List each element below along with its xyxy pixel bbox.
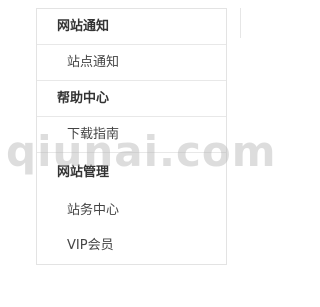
section-header-site-management: 网站管理 bbox=[57, 165, 110, 180]
sidebar-item-site-notification[interactable]: 站点通知 bbox=[37, 45, 226, 81]
content-panel-edge bbox=[240, 8, 241, 38]
section-header-help-center: 帮助中心 bbox=[37, 81, 226, 117]
sidebar-item-vip-member[interactable]: VIP会员 bbox=[37, 228, 226, 264]
sidebar-item-affairs-center[interactable]: 站务中心 bbox=[37, 193, 226, 229]
section-header-site-notice: 网站通知 bbox=[37, 9, 226, 45]
sidebar-item-download-guide[interactable]: 下载指南 bbox=[37, 117, 226, 153]
sidebar-nav: 网站通知 站点通知 帮助中心 下载指南 网站管理 站务中心 VIP会员 bbox=[36, 8, 227, 265]
